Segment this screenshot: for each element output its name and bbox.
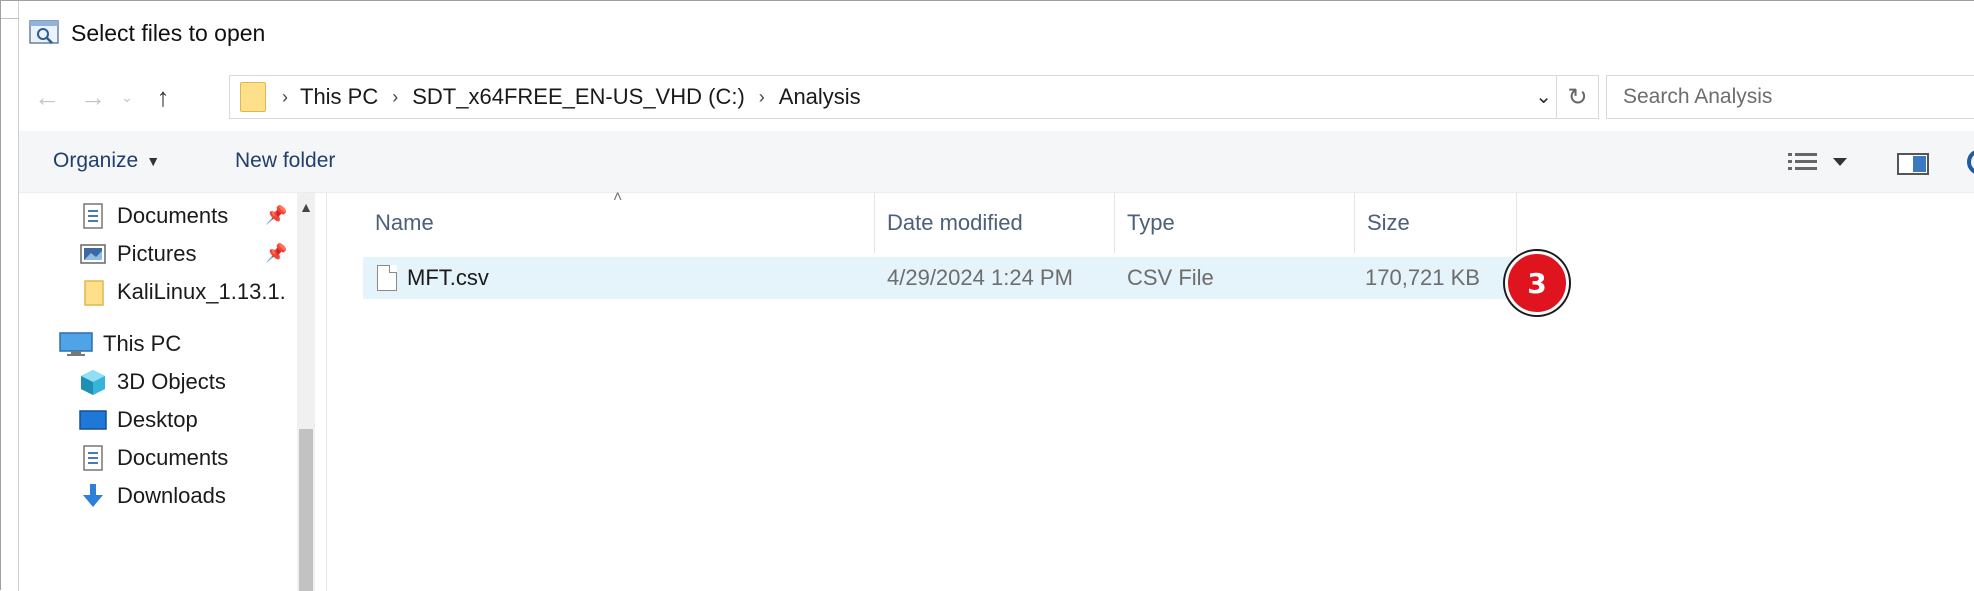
address-bar[interactable]: › This PC › SDT_x64FREE_EN-US_VHD (C:) ›… [229,75,1599,119]
recent-locations-button[interactable]: ⌄ [115,79,139,115]
nav-item-label: KaliLinux_1.13.1.( [117,279,285,304]
breadcrumb-analysis[interactable]: Analysis [779,84,861,110]
pin-icon[interactable]: 📌 [265,205,287,226]
3d-objects-icon [79,368,107,396]
help-icon [1967,150,1974,174]
breadcrumb-separator-icon[interactable]: › [282,87,288,108]
nav-item-documents[interactable]: Documents [79,439,228,477]
navigation-row: ← → ⌄ ↑ › This PC › SDT_x64FREE_EN-US_VH… [29,71,1974,123]
column-header-label: Date modified [887,210,1023,235]
arrow-up-icon: ↑ [156,81,170,112]
column-header-size[interactable]: Size [1355,193,1517,253]
search-placeholder: Search Analysis [1623,85,1773,108]
command-bar: Organize ▼ New folder [19,131,1974,193]
dialog-title: Select files to open [71,19,266,46]
breadcrumb-drive[interactable]: SDT_x64FREE_EN-US_VHD (C:) [412,84,745,110]
nav-item-downloads[interactable]: Downloads [79,477,226,515]
pin-icon[interactable]: 📌 [265,243,287,264]
breadcrumb-separator-icon[interactable]: › [759,87,765,108]
column-header-date-modified[interactable]: Date modified [875,193,1115,253]
arrow-right-icon: → [80,81,106,112]
organize-label: Organize [53,149,139,172]
chevron-down-icon: ⌄ [121,88,133,105]
refresh-icon: ↻ [1567,83,1588,111]
file-list: Name ˄ Date modified Type Size MFT.csv 4… [327,189,1974,591]
refresh-button[interactable]: ↻ [1556,76,1598,118]
title-bar: Select files to open [29,13,265,53]
nav-item-label: Documents [117,203,229,228]
arrow-left-icon: ← [34,81,60,112]
downloads-icon [79,482,107,510]
file-name: MFT.csv [407,265,489,290]
dialog-app-icon [29,18,61,48]
search-input[interactable]: Search Analysis [1606,75,1974,119]
scrollbar-thumb[interactable] [299,429,313,591]
nav-item-label: 3D Objects [117,369,226,394]
change-view-button[interactable] [1787,151,1857,178]
details-view-icon [1788,153,1847,170]
documents-icon [79,444,107,472]
background-window-edge [1,1,19,591]
pictures-icon [79,240,107,268]
column-header-type[interactable]: Type [1115,193,1355,253]
nav-item-label: Desktop [117,407,198,432]
column-header-label: Size [1367,210,1410,235]
file-type-cell: CSV File [1127,265,1214,290]
address-dropdown-icon[interactable]: ⌄ [1535,84,1552,109]
column-header-name[interactable]: Name ˄ [363,189,875,253]
nav-item-documents-pinned[interactable]: Documents [79,197,228,235]
file-open-dialog: Select files to open ← → ⌄ ↑ › This PC ›… [0,0,1974,591]
desktop-icon [79,406,107,434]
preview-pane-button[interactable] [1897,153,1929,180]
file-icon [377,265,397,291]
preview-pane-icon [1897,153,1929,175]
column-headers: Name ˄ Date modified Type Size [363,189,1563,253]
nav-item-label: Pictures [117,241,197,266]
new-folder-button[interactable]: New folder [235,149,335,173]
navigation-pane: Documents 📌 Pictures 📌 KaliLinux_1.13.1.… [19,193,327,591]
help-button[interactable] [1967,149,1974,180]
caret-down-icon: ▼ [146,153,161,169]
file-row[interactable]: MFT.csv 4/29/2024 1:24 PM CSV File 170,7… [363,257,1527,299]
folder-icon [240,82,266,112]
file-size-cell: 170,721 KB [1365,265,1480,290]
file-name-cell[interactable]: MFT.csv [377,257,489,299]
breadcrumb-this-pc[interactable]: This PC [300,84,378,110]
nav-item-label: This PC [103,331,182,356]
organize-button[interactable]: Organize ▼ [53,149,160,173]
column-header-label: Name [375,210,434,235]
forward-button[interactable]: → [75,79,111,115]
up-button[interactable]: ↑ [145,79,181,115]
nav-item-3d-objects[interactable]: 3D Objects [79,363,226,401]
step-number-badge: 3 [1505,251,1569,315]
back-button[interactable]: ← [29,79,65,115]
sort-ascending-icon: ˄ [613,189,623,206]
nav-item-pictures-pinned[interactable]: Pictures [79,235,196,273]
nav-item-label: Documents [117,445,229,470]
documents-icon [79,202,107,230]
nav-item-kalilinux[interactable]: KaliLinux_1.13.1.( [79,273,285,311]
new-folder-label: New folder [235,149,336,172]
computer-icon [59,330,93,358]
nav-item-label: Downloads [117,483,226,508]
column-header-label: Type [1127,210,1175,235]
breadcrumb-separator-icon[interactable]: › [392,87,398,108]
nav-item-this-pc[interactable]: This PC [59,325,181,363]
scroll-up-icon[interactable]: ▲ [297,199,315,215]
file-date-cell: 4/29/2024 1:24 PM [887,265,1073,290]
nav-item-desktop[interactable]: Desktop [79,401,198,439]
folder-icon [79,278,107,306]
nav-pane-scrollbar[interactable]: ▲ [297,193,315,591]
